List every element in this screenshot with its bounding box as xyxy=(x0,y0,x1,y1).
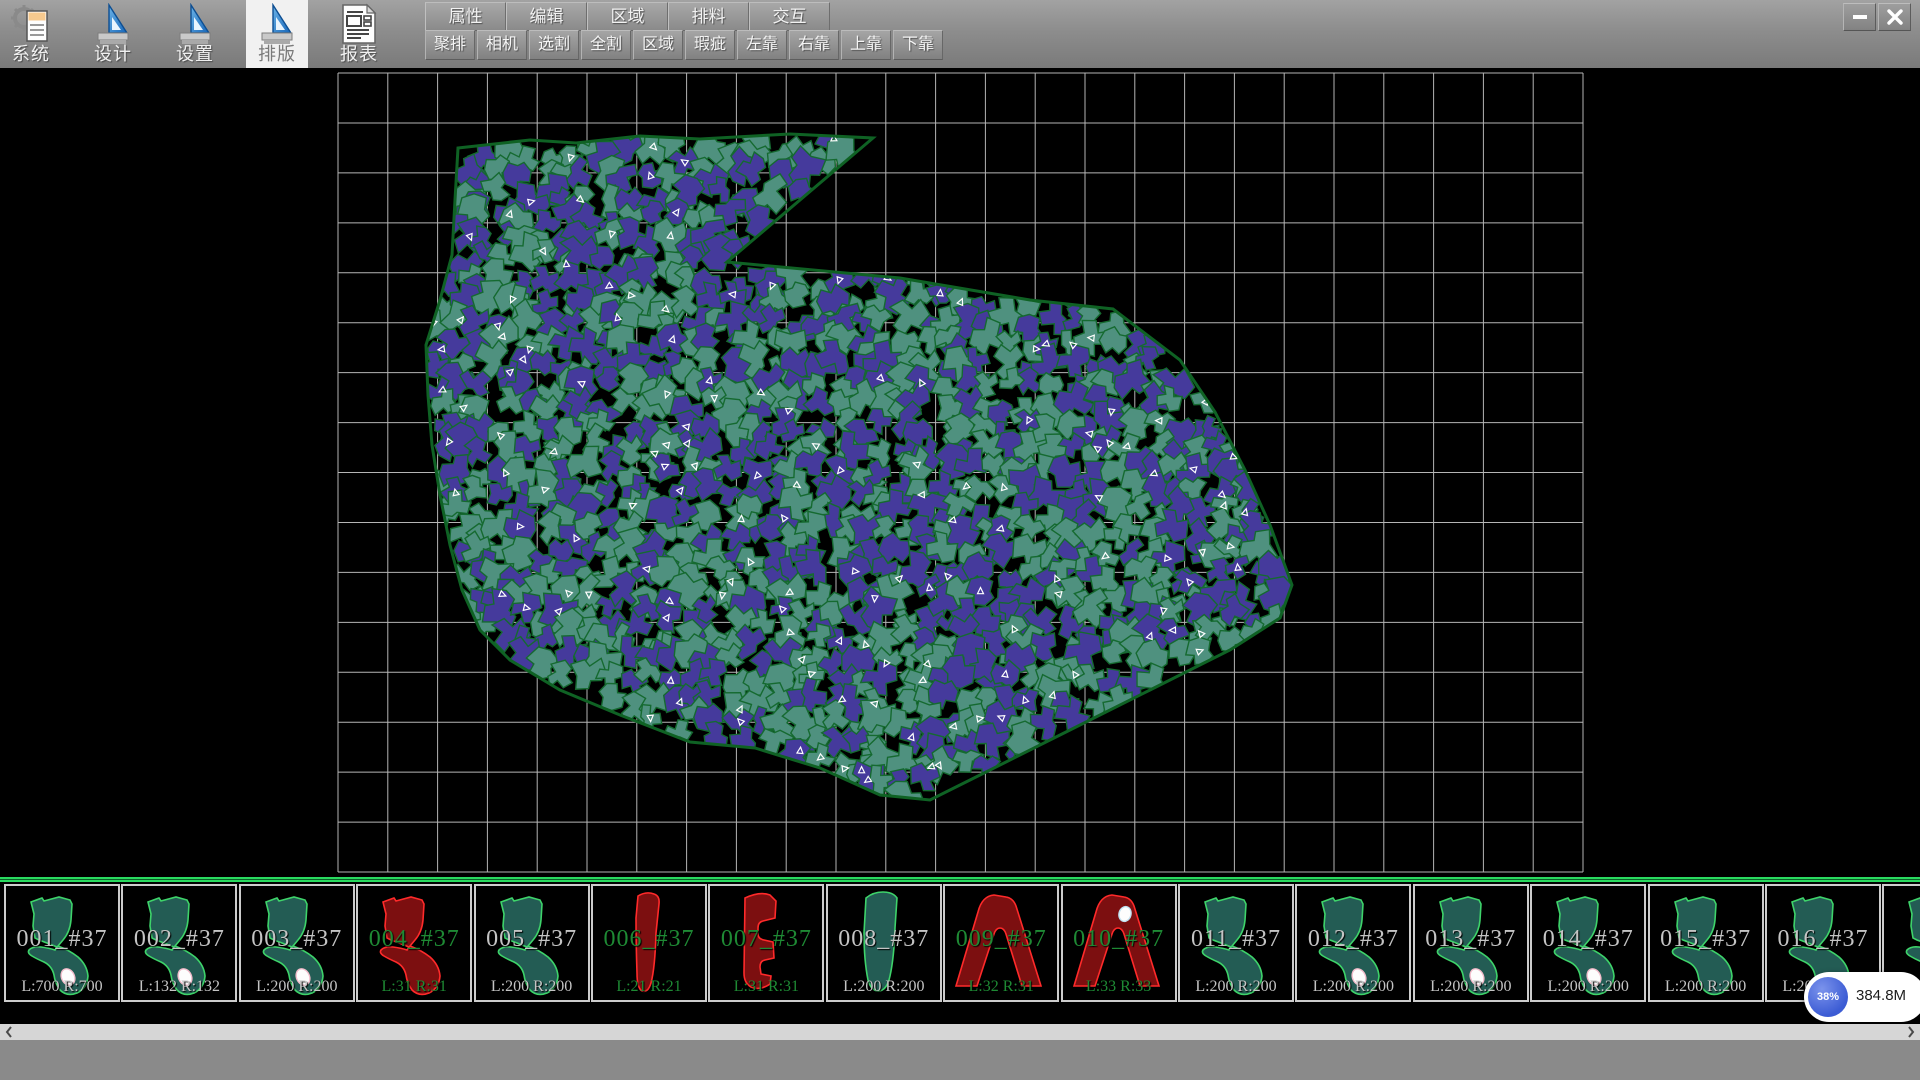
separator-line xyxy=(0,877,1920,884)
nesting-layout-drawing xyxy=(0,68,1920,877)
piece-thumbnail-12[interactable]: 012_#37 L:200 R:200 xyxy=(1295,884,1411,1002)
minimize-button[interactable] xyxy=(1843,3,1876,31)
tool-button-2[interactable]: 相机 xyxy=(477,30,527,60)
piece-name: 009_#37 xyxy=(945,926,1057,953)
piece-name: 001_#37 xyxy=(6,926,118,953)
menu-tab-5[interactable]: 交互 xyxy=(749,2,830,31)
mode-button-label: 设置 xyxy=(164,40,226,66)
design-icon xyxy=(93,3,133,45)
piece-name: 014_#37 xyxy=(1532,926,1644,953)
piece-name: 007_#37 xyxy=(710,926,822,953)
piece-name: 003_#37 xyxy=(241,926,353,953)
piece-counts: L:31 R:31 xyxy=(358,978,470,996)
piece-thumbnail-10[interactable]: 010_#37 L:33 R:33 xyxy=(1061,884,1177,1002)
piece-counts: L:200 R:200 xyxy=(1650,978,1762,996)
piece-counts: L:200 R:200 xyxy=(1180,978,1292,996)
mode-button-label: 系统 xyxy=(0,40,62,66)
mode-button-settings[interactable]: 设置 xyxy=(164,0,226,68)
tool-button-7[interactable]: 左靠 xyxy=(737,30,787,60)
piece-thumbnail-7[interactable]: 007_#37 L:31 R:31 xyxy=(708,884,824,1002)
memory-badge[interactable]: 38% 384.8M xyxy=(1804,972,1920,1022)
layout-icon xyxy=(257,3,297,45)
menu-tab-4[interactable]: 排料 xyxy=(668,2,749,31)
piece-name: 005_#37 xyxy=(476,926,588,953)
nesting-canvas[interactable] xyxy=(0,68,1920,877)
mode-button-design[interactable]: 设计 xyxy=(82,0,144,68)
mode-button-label: 设计 xyxy=(82,40,144,66)
piece-counts: L:200 R:200 xyxy=(1415,978,1527,996)
piece-thumbnail-4[interactable]: 004_#37 L:31 R:31 xyxy=(356,884,472,1002)
piece-counts: L:21 R:21 xyxy=(593,978,705,996)
report-icon xyxy=(339,3,379,45)
pieces-strip: 001_#37L:700 R:700002_#37L:132 R:132003_… xyxy=(0,884,1920,1024)
piece-thumbnail-11[interactable]: 011_#37 L:200 R:200 xyxy=(1178,884,1294,1002)
mode-button-report[interactable]: 报表 xyxy=(328,0,390,68)
tool-button-3[interactable]: 选割 xyxy=(529,30,579,60)
mode-button-layout[interactable]: 排版 xyxy=(246,0,308,68)
piece-name: 0 xyxy=(1884,926,1920,953)
piece-name: 002_#37 xyxy=(123,926,235,953)
piece-counts: L:31 R:31 xyxy=(710,978,822,996)
piece-name: 015_#37 xyxy=(1650,926,1762,953)
tool-button-6[interactable]: 瑕疵 xyxy=(685,30,735,60)
tool-button-1[interactable]: 聚排 xyxy=(425,30,475,60)
mode-button-label: 报表 xyxy=(328,40,390,66)
tool-button-9[interactable]: 上靠 xyxy=(841,30,891,60)
piece-thumbnail-9[interactable]: 009_#37 L:32 R:31 xyxy=(943,884,1059,1002)
piece-name: 008_#37 xyxy=(828,926,940,953)
horizontal-scrollbar[interactable] xyxy=(0,1024,1920,1040)
piece-name: 006_#37 xyxy=(593,926,705,953)
tool-button-4[interactable]: 全割 xyxy=(581,30,631,60)
close-icon xyxy=(1887,9,1903,25)
piece-thumbnail-6[interactable]: 006_#37 L:21 R:21 xyxy=(591,884,707,1002)
piece-counts: L:33 R:33 xyxy=(1063,978,1175,996)
piece-name: 012_#37 xyxy=(1297,926,1409,953)
piece-name: 004_#37 xyxy=(358,926,470,953)
piece-thumbnail-15[interactable]: 015_#37 L:200 R:200 xyxy=(1648,884,1764,1002)
piece-name: 016_#37 xyxy=(1767,926,1879,953)
mode-button-system[interactable]: 系统 xyxy=(0,0,62,68)
piece-thumbnail-2[interactable]: 002_#37 L:132 R:132 xyxy=(121,884,237,1002)
piece-thumbnail-3[interactable]: 003_#37 L:200 R:200 xyxy=(239,884,355,1002)
minimize-icon xyxy=(1852,14,1868,20)
piece-name: 011_#37 xyxy=(1180,926,1292,953)
tool-button-row: 聚排相机选割全割区域瑕疵左靠右靠上靠下靠 xyxy=(425,30,945,59)
tool-button-8[interactable]: 右靠 xyxy=(789,30,839,60)
settings-icon xyxy=(175,3,215,45)
toolbar: 系统设计设置排版报表 属性编辑区域排料交互 聚排相机选割全割区域瑕疵左靠右靠上靠… xyxy=(0,0,1920,68)
memory-value: 384.8M xyxy=(1856,987,1906,1004)
status-bar xyxy=(0,1040,1920,1080)
tool-button-10[interactable]: 下靠 xyxy=(893,30,943,60)
system-icon xyxy=(11,3,51,45)
piece-counts: L:200 R:200 xyxy=(1532,978,1644,996)
progress-circle: 38% xyxy=(1808,977,1848,1017)
piece-counts: L:700 R:700 xyxy=(6,978,118,996)
piece-counts: L:200 R:200 xyxy=(241,978,353,996)
piece-thumbnail-14[interactable]: 014_#37 L:200 R:200 xyxy=(1530,884,1646,1002)
piece-name: 010_#37 xyxy=(1063,926,1175,953)
piece-thumbnail-5[interactable]: 005_#37 L:200 R:200 xyxy=(474,884,590,1002)
piece-counts: L:200 R:200 xyxy=(828,978,940,996)
piece-name: 013_#37 xyxy=(1415,926,1527,953)
app-window: 系统设计设置排版报表 属性编辑区域排料交互 聚排相机选割全割区域瑕疵左靠右靠上靠… xyxy=(0,0,1920,1080)
piece-counts: L:132 R:132 xyxy=(123,978,235,996)
close-button[interactable] xyxy=(1878,3,1911,31)
mode-button-label: 排版 xyxy=(246,40,308,66)
menu-tab-3[interactable]: 区域 xyxy=(587,2,668,31)
piece-thumbnail-8[interactable]: 008_#37 L:200 R:200 xyxy=(826,884,942,1002)
menu-tab-row: 属性编辑区域排料交互 xyxy=(425,2,830,29)
piece-counts: L:200 R:200 xyxy=(476,978,588,996)
piece-counts: L:200 R:200 xyxy=(1297,978,1409,996)
menu-tab-2[interactable]: 编辑 xyxy=(506,2,587,31)
tool-button-5[interactable]: 区域 xyxy=(633,30,683,60)
piece-thumbnail-13[interactable]: 013_#37 L:200 R:200 xyxy=(1413,884,1529,1002)
menu-tab-1[interactable]: 属性 xyxy=(425,2,506,31)
piece-thumbnail-1[interactable]: 001_#37 L:700 R:700 xyxy=(4,884,120,1002)
piece-counts: L:32 R:31 xyxy=(945,978,1057,996)
